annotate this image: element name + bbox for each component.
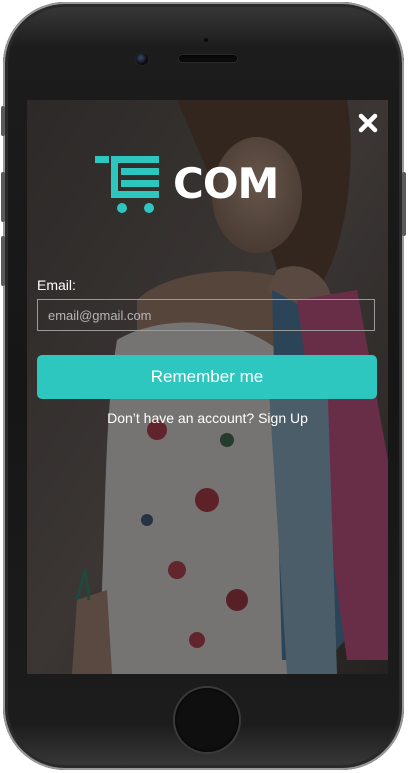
- signup-row: Don’t have an account? Sign Up: [27, 410, 388, 426]
- proximity-sensor: [204, 38, 208, 42]
- volume-up-button: [1, 172, 5, 222]
- cart-icon: [95, 156, 159, 213]
- email-field[interactable]: [37, 299, 375, 331]
- brand-name: COM: [173, 159, 279, 208]
- brand-logo: COM: [95, 156, 295, 214]
- email-label: Email:: [37, 277, 76, 293]
- silent-switch: [1, 106, 5, 136]
- signup-prompt: Don’t have an account?: [107, 410, 255, 426]
- home-button[interactable]: [175, 688, 239, 752]
- remember-me-button[interactable]: Remember me: [37, 355, 377, 399]
- close-icon[interactable]: [357, 112, 379, 134]
- front-camera: [136, 53, 148, 65]
- earpiece-speaker: [179, 55, 237, 62]
- power-button: [402, 172, 406, 236]
- volume-down-button: [1, 236, 5, 286]
- app-screen: COM Email: Remember me Don’t have an acc…: [27, 100, 388, 674]
- signup-link[interactable]: Sign Up: [258, 410, 308, 426]
- phone-frame: COM Email: Remember me Don’t have an acc…: [1, 2, 406, 770]
